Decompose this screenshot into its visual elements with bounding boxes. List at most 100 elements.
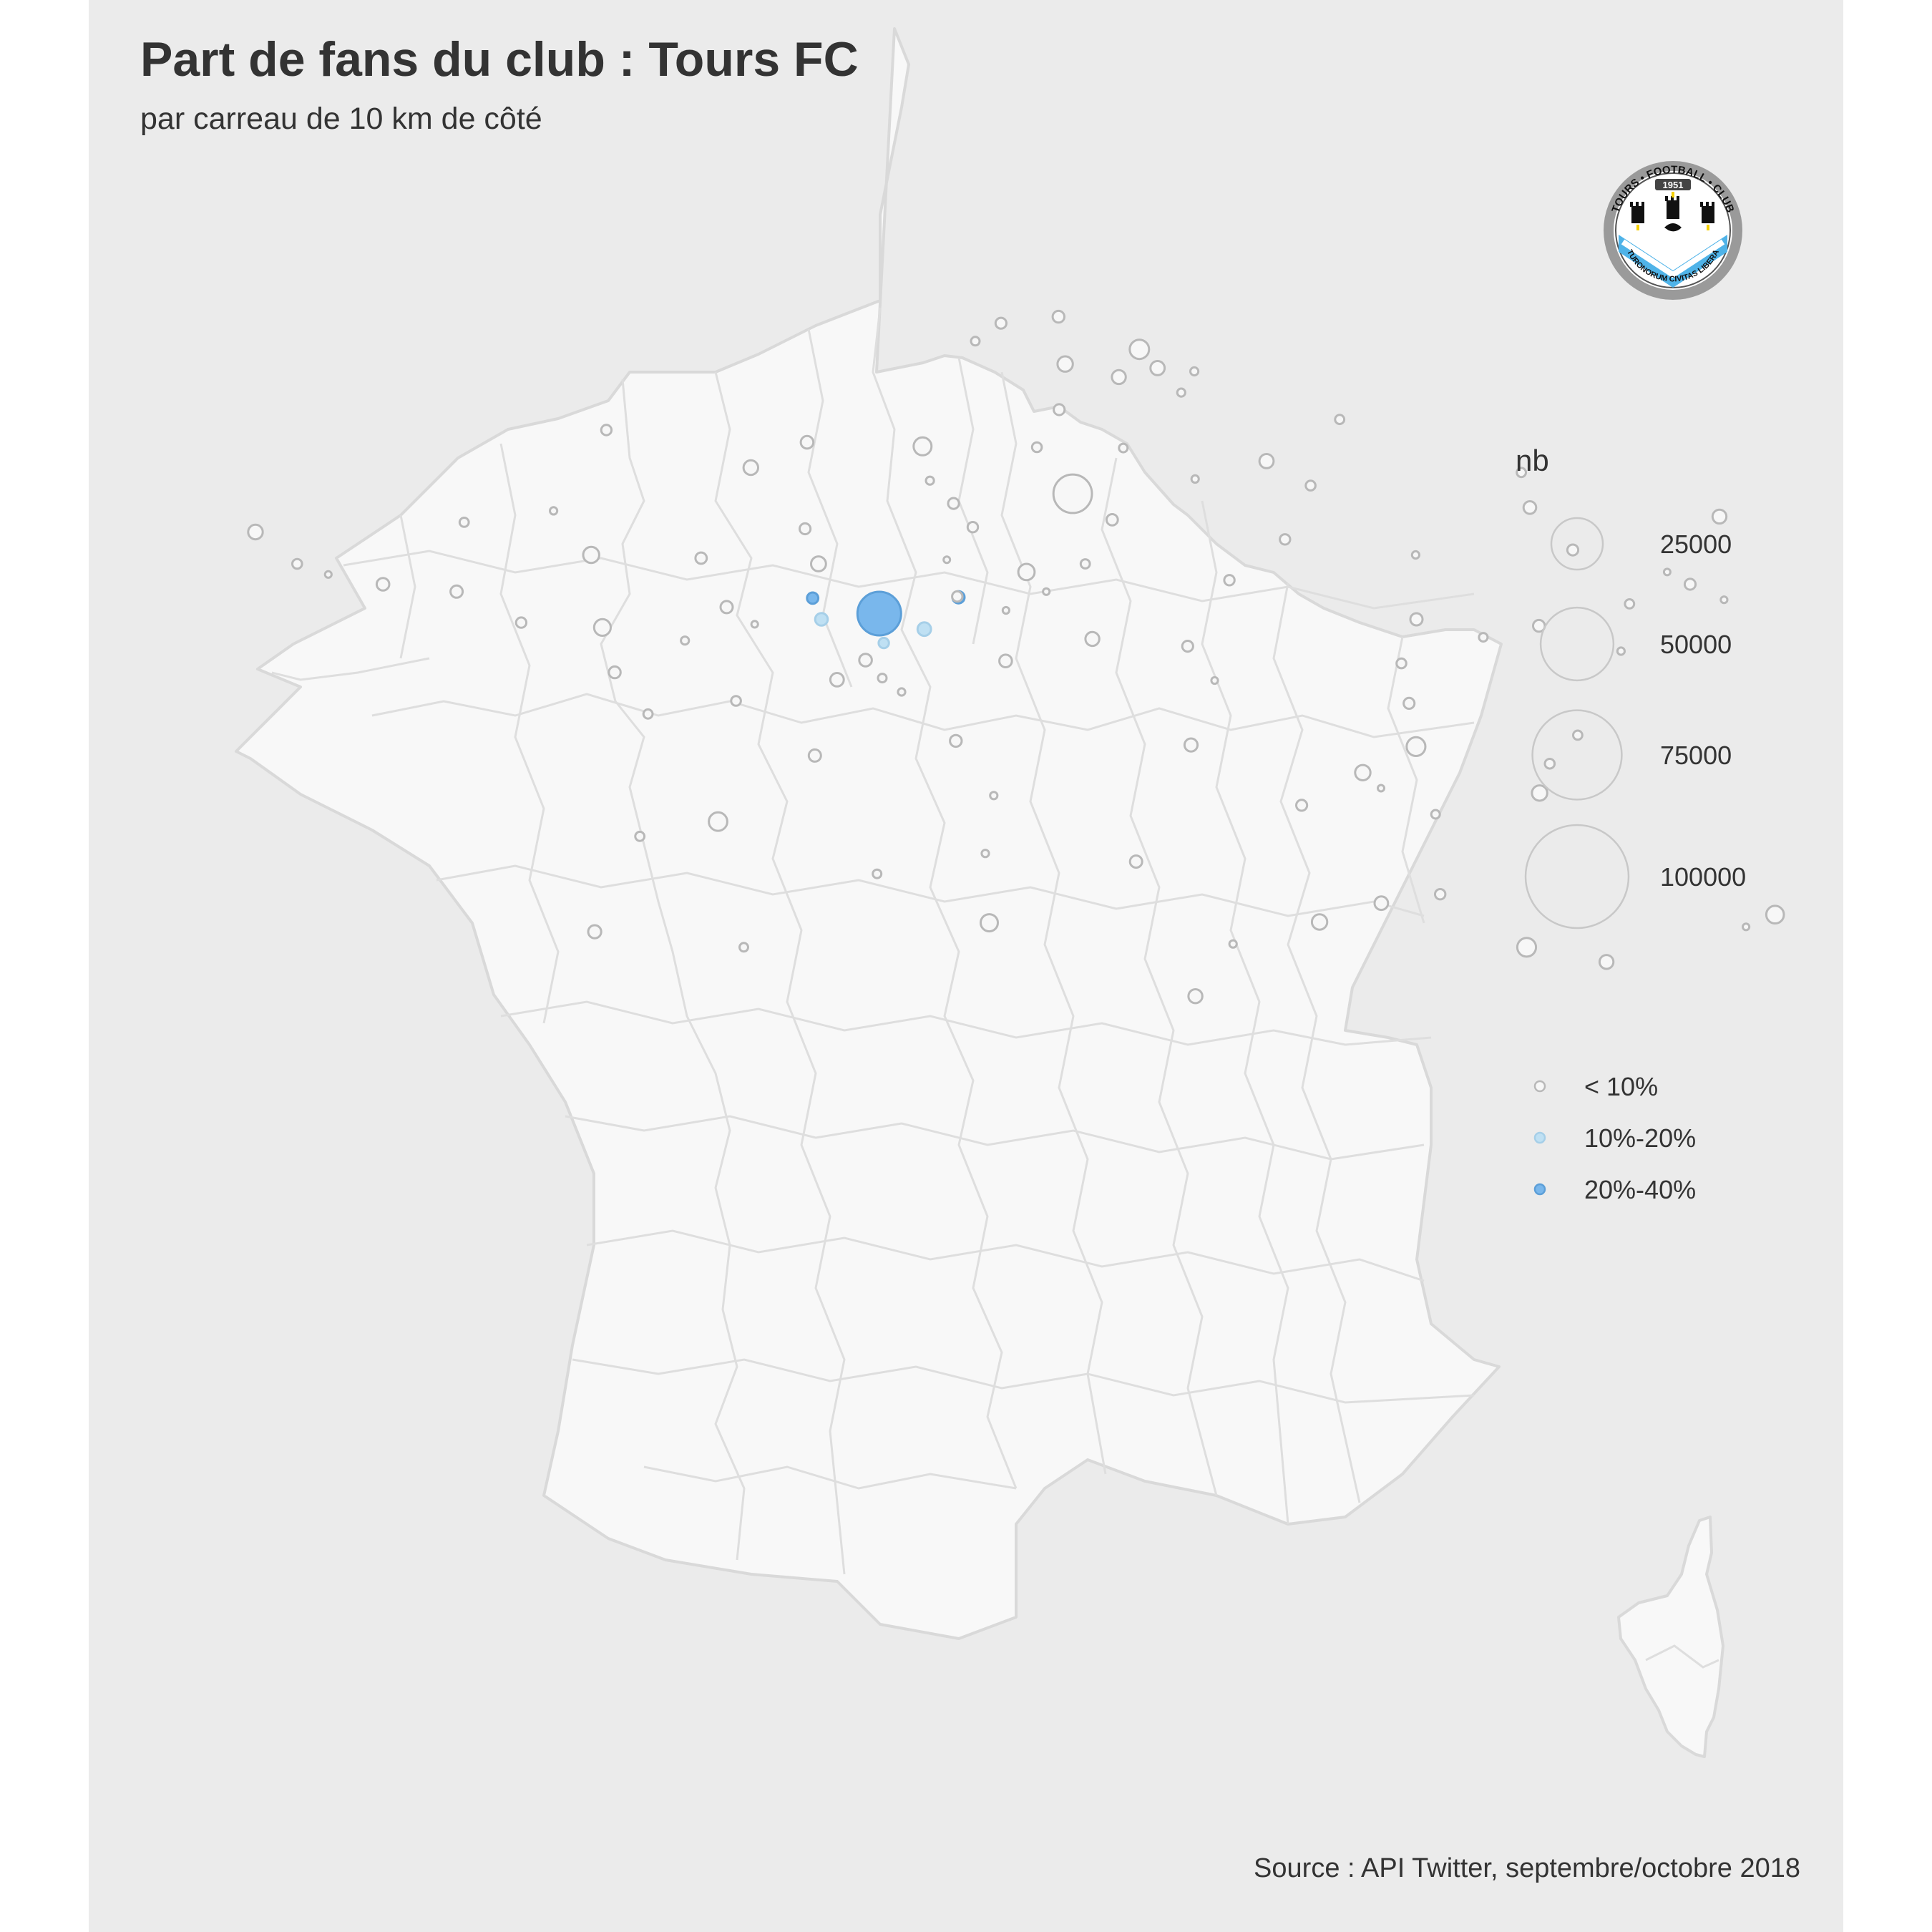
fan-point xyxy=(1111,369,1127,386)
fan-point xyxy=(1128,338,1151,361)
fan-point xyxy=(634,830,646,842)
fan-point xyxy=(247,523,264,541)
fan-point xyxy=(1017,562,1036,582)
fan-point xyxy=(1430,809,1441,820)
legend-size-label-25000: 25000 xyxy=(1660,530,1732,559)
fan-point xyxy=(1258,453,1275,469)
fan-point xyxy=(810,555,827,572)
legend-color-label-1: 10%-20% xyxy=(1584,1123,1696,1153)
fan-point xyxy=(1228,939,1238,949)
fan-point xyxy=(587,924,602,940)
fan-point xyxy=(806,591,820,605)
legend-color-key-1 xyxy=(1533,1131,1546,1144)
fan-point xyxy=(1434,888,1447,901)
tours-fc-logo: TOURS • FOOTBALL • CLUB 1951 TURONORUM C… xyxy=(1604,161,1742,300)
fan-point xyxy=(1402,696,1416,711)
fan-point xyxy=(807,748,822,763)
fan-point xyxy=(1084,630,1101,648)
fan-point xyxy=(1030,441,1043,454)
fan-point xyxy=(1210,675,1219,686)
fan-point xyxy=(1395,657,1407,670)
fan-point xyxy=(582,545,600,565)
fan-point xyxy=(1478,632,1489,643)
legend-size-key-25000 xyxy=(1550,517,1604,571)
fan-point xyxy=(592,618,613,638)
fan-point xyxy=(947,497,960,510)
fan-point xyxy=(994,316,1008,330)
logo-year: 1951 xyxy=(1663,180,1684,190)
fan-point xyxy=(799,434,815,450)
fan-point xyxy=(1105,513,1119,527)
fan-point xyxy=(1181,640,1194,653)
fan-point xyxy=(858,653,873,668)
fan-point xyxy=(1410,550,1421,560)
fan-point xyxy=(642,708,654,720)
legend-size-key-100000 xyxy=(1524,824,1630,930)
fan-point xyxy=(980,849,990,859)
legend-size-entries: 25000 50000 75000 100000 xyxy=(1524,517,1746,930)
fan-point xyxy=(1001,605,1011,615)
land-layer xyxy=(235,27,1724,1758)
fan-point xyxy=(719,600,734,615)
fan-point xyxy=(1279,533,1292,546)
fan-point xyxy=(1334,414,1346,426)
fan-point xyxy=(458,517,470,528)
fan-point xyxy=(375,577,391,592)
fan-point xyxy=(951,590,964,603)
fan-point xyxy=(291,557,303,570)
fan-point xyxy=(1149,360,1166,376)
fan-point xyxy=(1079,558,1091,570)
fan-point xyxy=(980,913,999,933)
fan-point xyxy=(856,590,902,637)
legend: nb 25000 50000 75000 100000 < 10% 10%-20% 20%… xyxy=(1516,444,1746,1202)
fan-point xyxy=(1056,355,1074,373)
fan-point xyxy=(814,612,829,627)
fan-point xyxy=(1377,784,1385,793)
fan-point xyxy=(872,868,883,879)
fan-point xyxy=(966,521,980,534)
fan-point xyxy=(998,653,1013,669)
fan-point xyxy=(514,616,528,629)
fan-point xyxy=(742,459,760,477)
legend-color-label-0: < 10% xyxy=(1584,1072,1658,1101)
fan-point xyxy=(912,436,933,457)
fan-point xyxy=(924,475,935,486)
fan-point xyxy=(1042,587,1051,596)
fan-point xyxy=(680,635,691,646)
fan-point xyxy=(694,551,708,565)
legend-size-label-50000: 50000 xyxy=(1660,630,1732,659)
fan-point xyxy=(877,636,890,650)
fan-point xyxy=(738,942,749,953)
source-caption: Source : API Twitter, septembre/octobre … xyxy=(1254,1853,1800,1883)
fan-point xyxy=(608,665,622,680)
fan-point xyxy=(1409,612,1424,627)
fan-point xyxy=(1183,737,1199,753)
fan-point xyxy=(877,673,888,684)
fan-point xyxy=(949,733,963,748)
fan-point xyxy=(1295,799,1309,812)
fan-point xyxy=(1304,479,1317,492)
fan-point xyxy=(799,522,812,536)
fan-point xyxy=(323,570,333,579)
fan-point xyxy=(1405,736,1427,758)
legend-color-label-2: 20%-40% xyxy=(1584,1175,1696,1202)
fan-point xyxy=(1310,913,1329,931)
fan-point xyxy=(1190,474,1200,484)
fan-point xyxy=(1053,403,1066,416)
fan-point xyxy=(708,811,728,832)
fan-point xyxy=(942,555,952,565)
fan-point xyxy=(1187,988,1204,1005)
legend-color-key-2 xyxy=(1533,1183,1546,1196)
fan-point xyxy=(1052,473,1093,514)
fan-point xyxy=(989,791,999,801)
fan-point xyxy=(1176,387,1186,398)
france-mainland-outline xyxy=(235,27,1503,1640)
legend-size-title: nb xyxy=(1516,444,1549,477)
fan-point xyxy=(916,621,932,638)
fan-point xyxy=(897,687,907,697)
fan-point xyxy=(549,506,559,516)
fan-point xyxy=(1373,895,1390,912)
fan-point xyxy=(829,672,845,688)
legend-size-key-75000 xyxy=(1531,709,1623,801)
fan-point xyxy=(970,336,981,347)
